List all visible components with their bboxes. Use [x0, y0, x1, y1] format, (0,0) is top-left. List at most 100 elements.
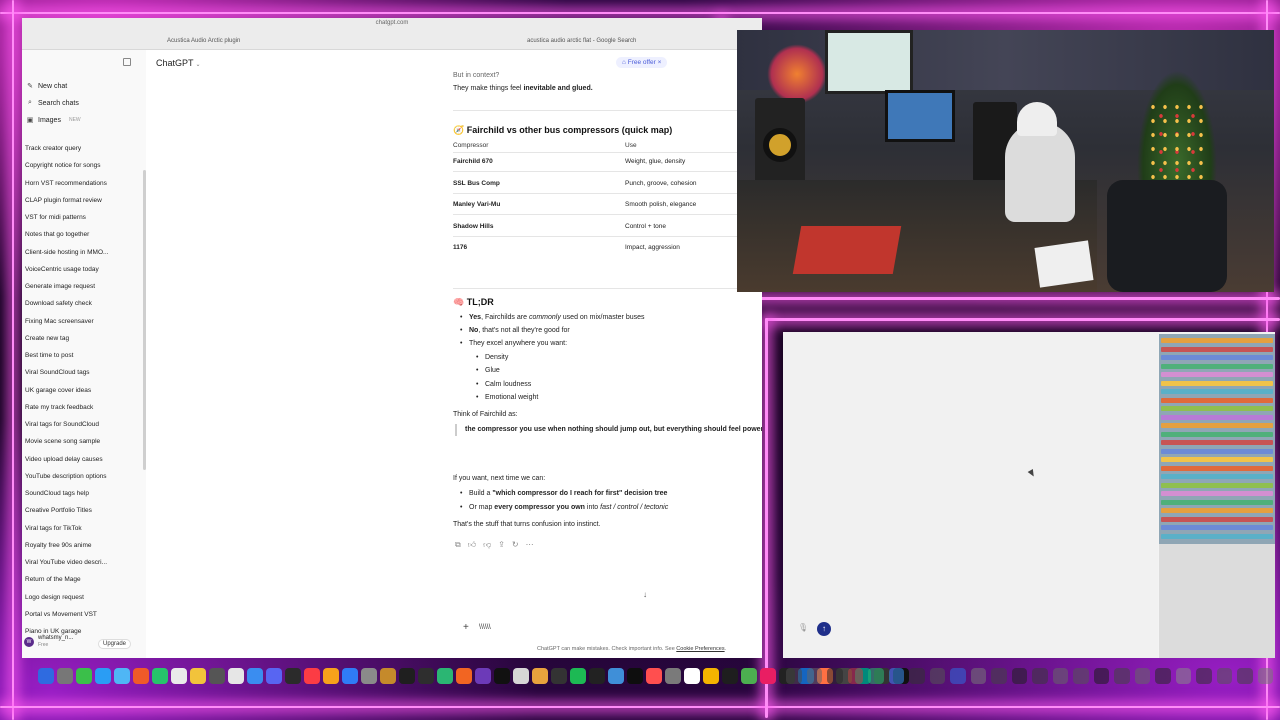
dock-app-icon[interactable] — [494, 668, 510, 684]
sidebar-chat-item[interactable]: Rate my track feedback — [25, 399, 143, 416]
dock-app-icon[interactable] — [38, 668, 54, 684]
sidebar-chat-item[interactable]: Copyright notice for songs — [25, 157, 143, 174]
cookie-preferences-link[interactable]: Cookie Preferences — [676, 646, 724, 652]
dock-app-icon[interactable] — [475, 668, 491, 684]
dock-app-icon[interactable] — [703, 668, 719, 684]
sidebar-chat-item[interactable]: Fixing Mac screensaver — [25, 313, 143, 330]
url-bar[interactable]: chatgpt.com — [22, 20, 762, 26]
daw-track[interactable] — [1161, 346, 1273, 352]
dock-app-icon[interactable] — [171, 668, 187, 684]
plus-icon[interactable]: + — [463, 622, 469, 633]
dock-app-icon[interactable] — [970, 668, 986, 684]
dock-app-icon[interactable] — [608, 668, 624, 684]
dock-app-icon[interactable] — [1237, 668, 1253, 684]
dock-app-icon[interactable] — [806, 668, 822, 684]
sidebar-chat-item[interactable]: Generate image request — [25, 278, 143, 295]
daw-track[interactable] — [1161, 482, 1273, 488]
dock-app-icon[interactable] — [1175, 668, 1191, 684]
daw-track[interactable] — [1161, 448, 1273, 454]
dock-app-icon[interactable] — [741, 668, 757, 684]
dock-app-icon[interactable] — [1093, 668, 1109, 684]
dock-app-icon[interactable] — [133, 668, 149, 684]
sidebar-chat-item[interactable]: Viral tags for TikTok — [25, 520, 143, 537]
upgrade-button[interactable]: Upgrade — [98, 639, 132, 649]
thumbs-up-icon[interactable]: 👍︎ — [468, 540, 476, 550]
daw-track[interactable] — [1161, 465, 1273, 471]
daw-track[interactable] — [1161, 363, 1273, 369]
dock-app-icon[interactable] — [1032, 668, 1048, 684]
sidebar-chat-item[interactable]: Download safety check — [25, 295, 143, 312]
daw-track[interactable] — [1161, 457, 1273, 462]
dock-app-icon[interactable] — [929, 668, 945, 684]
sidebar-chat-item[interactable]: Track creator query — [25, 140, 143, 157]
sidebar-images[interactable]: ▣ Images NEW — [26, 116, 81, 125]
daw-track[interactable] — [1161, 440, 1273, 445]
dock-app-icon[interactable] — [646, 668, 662, 684]
dock-app-icon[interactable] — [266, 668, 282, 684]
dock-app-icon[interactable] — [152, 668, 168, 684]
dock-app-icon[interactable] — [342, 668, 358, 684]
daw-track[interactable] — [1161, 431, 1273, 437]
daw-track[interactable] — [1161, 525, 1273, 530]
browser-tab-arctic[interactable]: Acustica Audio Arctic plugin — [167, 38, 240, 44]
daw-track[interactable] — [1161, 372, 1273, 377]
daw-track[interactable] — [1161, 508, 1273, 513]
sidebar-scrollbar[interactable] — [143, 170, 146, 470]
regenerate-icon[interactable]: ↻ — [512, 540, 519, 550]
dock-app-icon[interactable] — [513, 668, 529, 684]
free-offer-badge[interactable]: ⌂ Free offer × — [616, 57, 668, 68]
dock-app-icon[interactable] — [228, 668, 244, 684]
dock-app-icon[interactable] — [380, 668, 396, 684]
composer[interactable]: + \\\\\\ — [453, 620, 762, 638]
dock-app-icon[interactable] — [532, 668, 548, 684]
dock-app-icon[interactable] — [722, 668, 738, 684]
dock-app-icon[interactable] — [209, 668, 225, 684]
copy-icon[interactable]: ⧉ — [455, 540, 461, 550]
dock-app-icon[interactable] — [247, 668, 263, 684]
sidebar-chat-item[interactable]: Logo design request — [25, 589, 143, 606]
composer-input[interactable]: \\\\\\ — [479, 624, 491, 631]
daw-track[interactable] — [1161, 423, 1273, 428]
sidebar-chat-item[interactable]: Viral SoundCloud tags — [25, 364, 143, 381]
dock-app-icon[interactable] — [114, 668, 130, 684]
sidebar-search-chats[interactable]: ⌕ Search chats — [26, 99, 79, 107]
dock-app-icon[interactable] — [1196, 668, 1212, 684]
dock-app-icon[interactable] — [760, 668, 776, 684]
dock-app-icon[interactable] — [1052, 668, 1068, 684]
send-icon[interactable]: ↑ — [817, 622, 831, 636]
dock-app-icon[interactable] — [1114, 668, 1130, 684]
sidebar-chat-item[interactable]: Create new tag — [25, 330, 143, 347]
daw-track[interactable] — [1161, 397, 1273, 403]
daw-track[interactable] — [1161, 406, 1273, 411]
daw-track[interactable] — [1161, 338, 1273, 343]
daw-track[interactable] — [1161, 499, 1273, 505]
dock-app-icon[interactable] — [399, 668, 415, 684]
daw-track[interactable] — [1161, 355, 1273, 360]
sidebar-chat-item[interactable]: Viral tags for SoundCloud — [25, 416, 143, 433]
daw-track[interactable] — [1161, 380, 1273, 386]
dock-app-icon[interactable] — [847, 668, 863, 684]
dock-app-icon[interactable] — [868, 668, 884, 684]
dock-app-icon[interactable] — [950, 668, 966, 684]
close-icon[interactable]: × — [658, 59, 662, 66]
daw-track[interactable] — [1161, 474, 1273, 479]
dock-app-icon[interactable] — [888, 668, 904, 684]
sidebar-chat-item[interactable]: Portal vs Movement VST — [25, 606, 143, 623]
dock-app-icon[interactable] — [827, 668, 843, 684]
dock-app-icon[interactable] — [323, 668, 339, 684]
dock-app-icon[interactable] — [551, 668, 567, 684]
dock-app-icon[interactable] — [1155, 668, 1171, 684]
dock-app-icon[interactable] — [190, 668, 206, 684]
scroll-down-icon[interactable]: ↓ — [643, 590, 647, 599]
sidebar-chat-item[interactable]: Video upload delay causes — [25, 451, 143, 468]
dock-app-icon[interactable] — [437, 668, 453, 684]
more-icon[interactable]: ⋯ — [526, 540, 534, 550]
daw-track[interactable] — [1161, 414, 1273, 420]
user-account[interactable]: W whatsmy_n... Free — [24, 635, 73, 648]
sidebar-chat-item[interactable]: Return of the Mage — [25, 571, 143, 588]
daw-track[interactable] — [1161, 389, 1273, 394]
dock-app-icon[interactable] — [684, 668, 700, 684]
sidebar-chat-item[interactable]: CLAP plugin format review — [25, 192, 143, 209]
sidebar-chat-item[interactable]: Best time to post — [25, 347, 143, 364]
daw-main-panel[interactable]: 🎙 ↑ — [783, 332, 1158, 658]
